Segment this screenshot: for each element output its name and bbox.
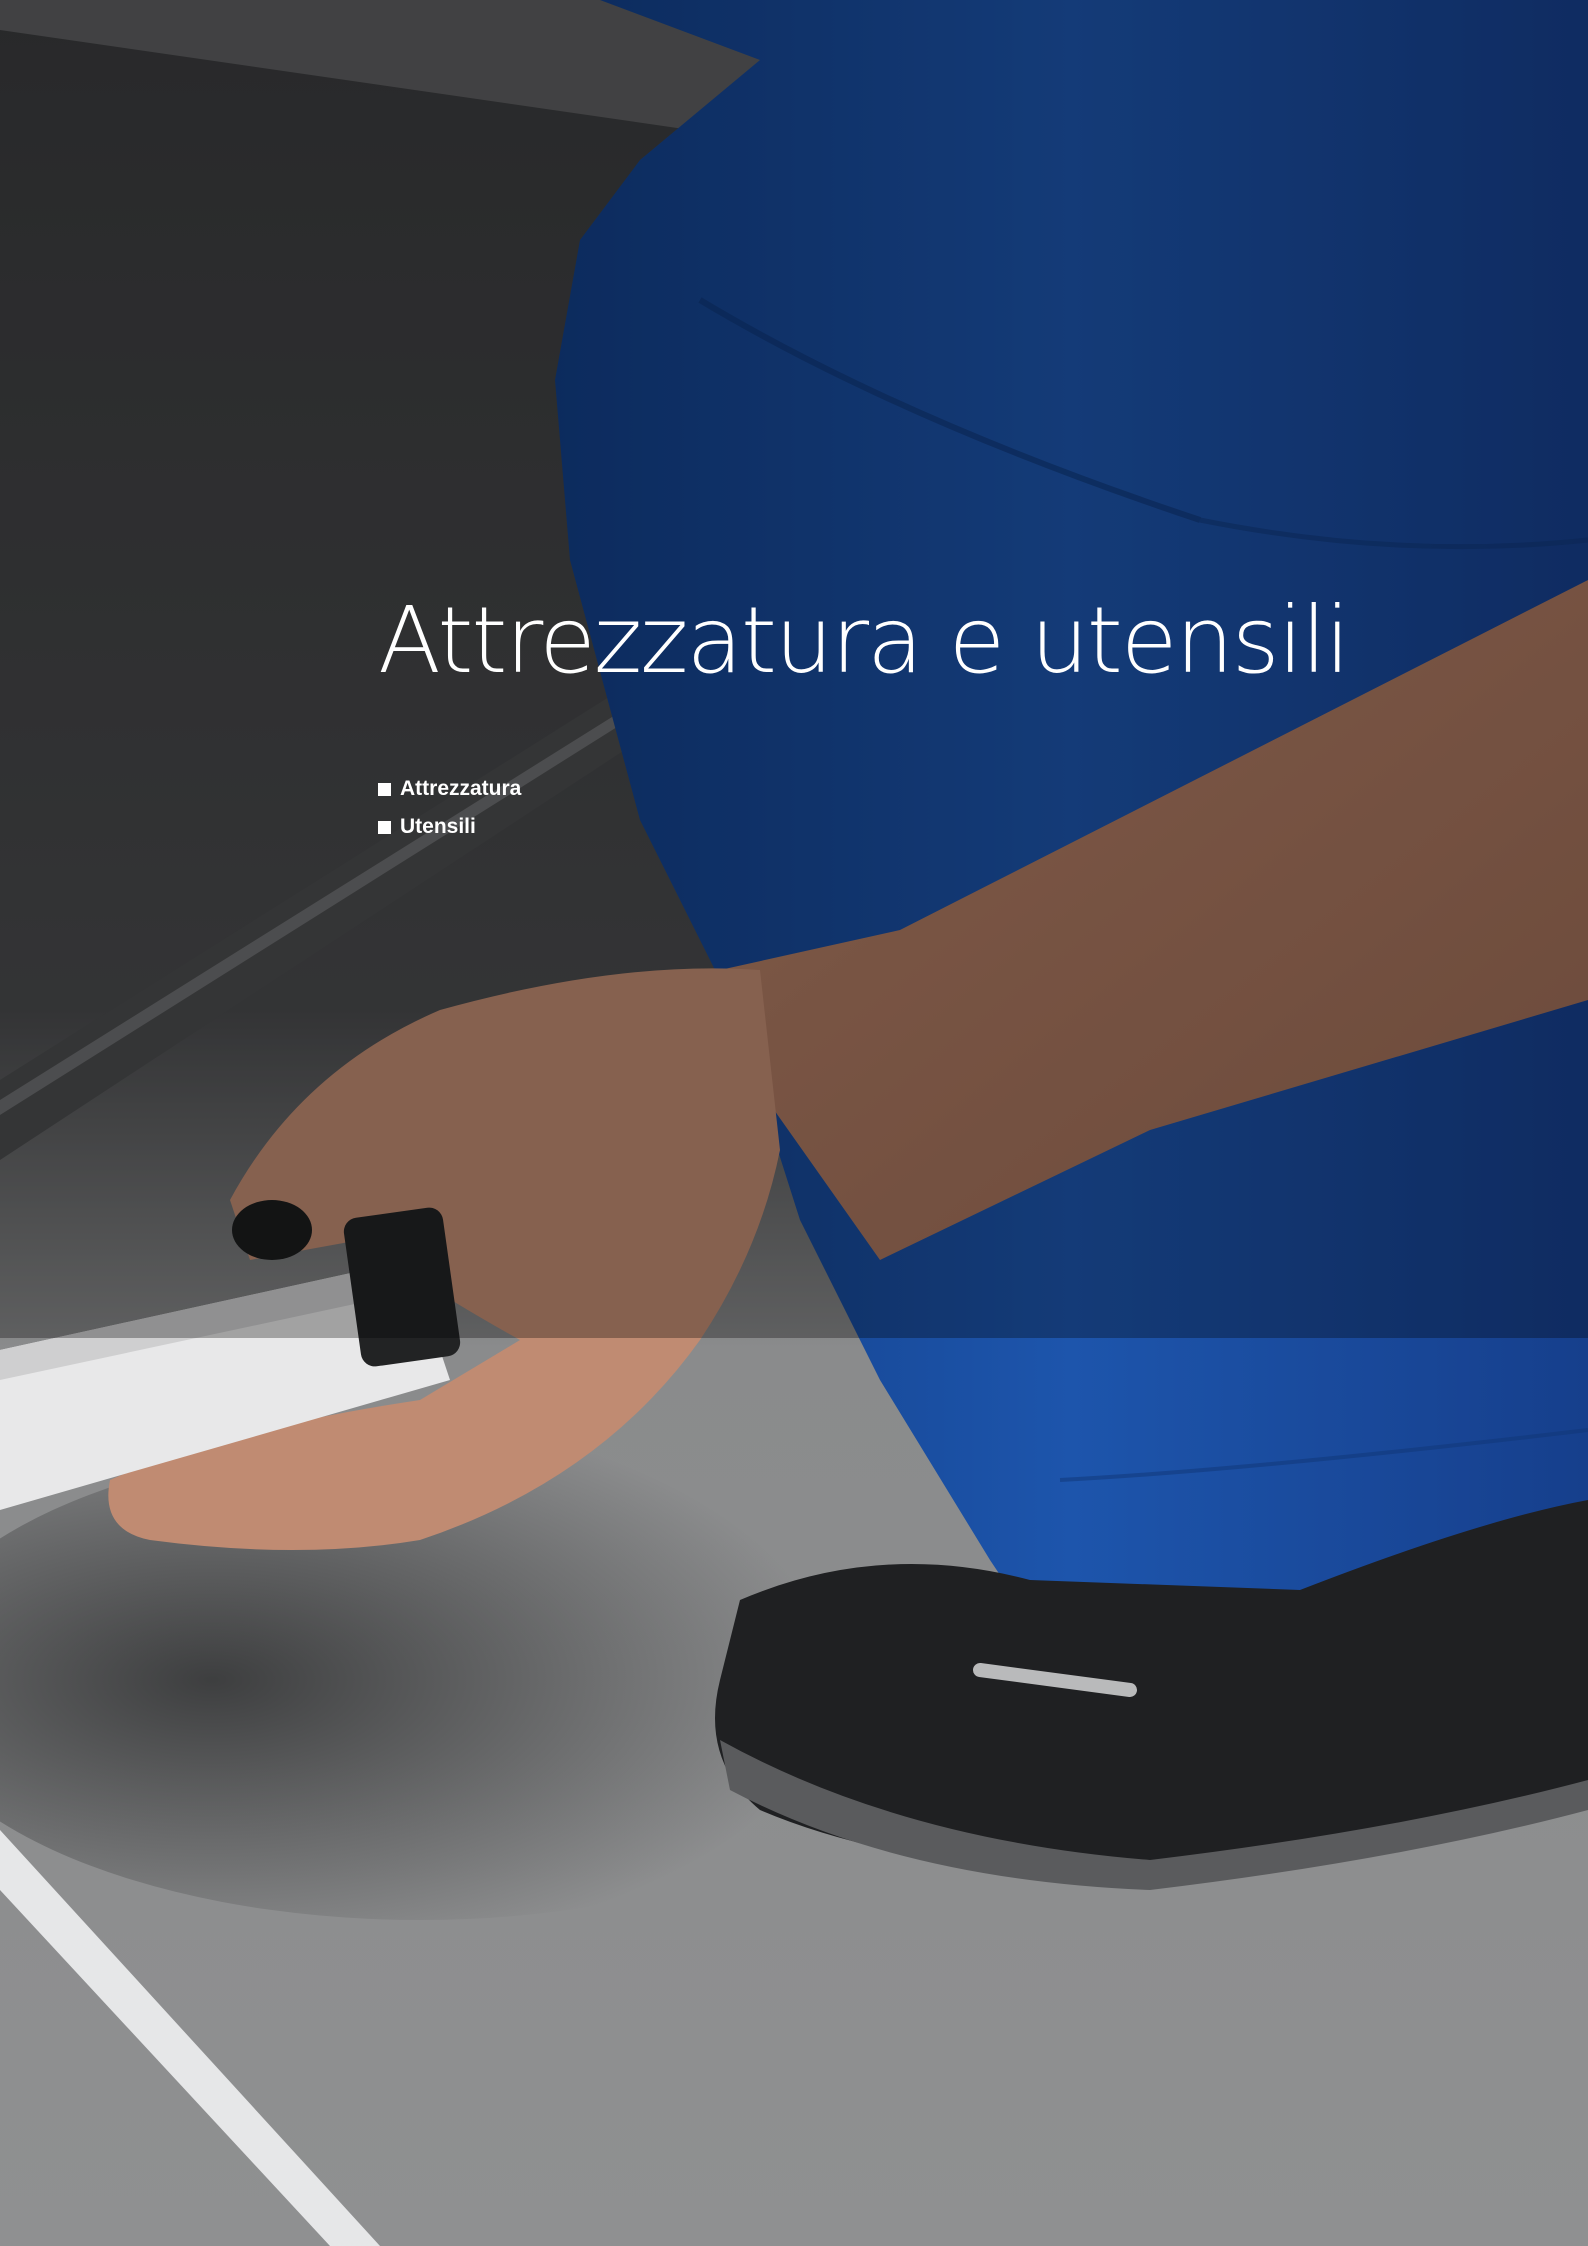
section-item-label: Utensili (400, 815, 476, 838)
square-bullet-icon (378, 820, 391, 834)
section-item-attrezzatura[interactable]: Attrezzatura (378, 770, 521, 808)
section-list: Attrezzatura Utensili (378, 770, 521, 846)
section-item-utensili[interactable]: Utensili (378, 808, 521, 846)
square-bullet-icon (378, 782, 391, 796)
section-item-label: Attrezzatura (400, 777, 522, 800)
page-title: Attrezzatura e utensili (378, 587, 1350, 694)
catalog-cover-page: Attrezzatura e utensili Attrezzatura Ute… (0, 0, 1588, 2246)
